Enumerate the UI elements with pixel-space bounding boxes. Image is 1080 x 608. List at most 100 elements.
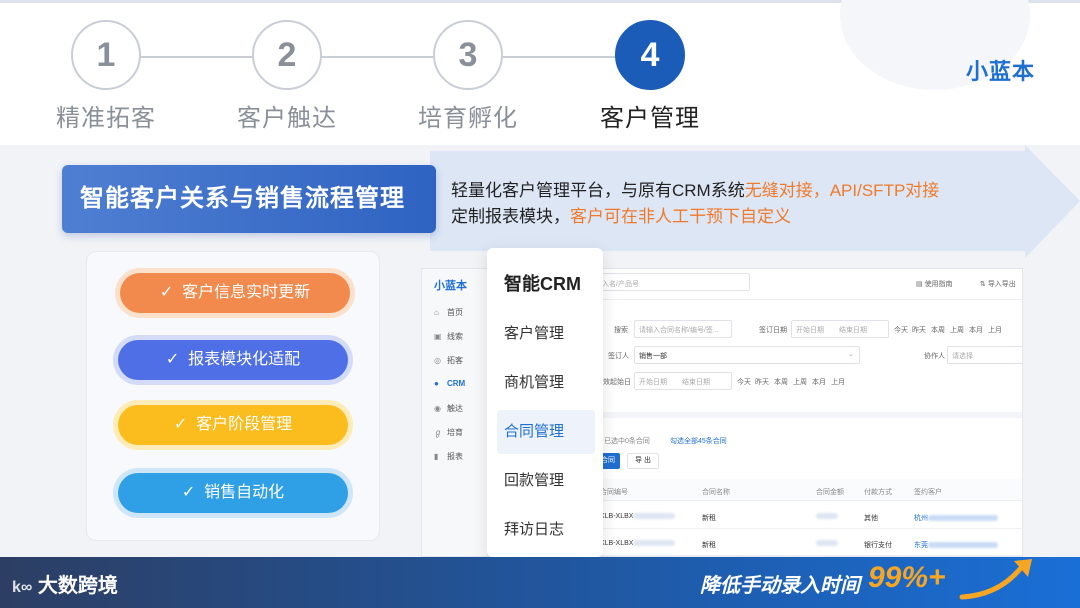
nav-item-reach[interactable]: ◉ 触达 <box>434 403 463 414</box>
quick-date-yesterday[interactable]: 昨天 <box>755 377 769 387</box>
step-label: 精准拓客 <box>56 105 156 132</box>
feature-pill: ✓ 客户信息实时更新 <box>120 273 350 313</box>
home-icon: ⌂ <box>434 308 439 317</box>
cell-customer[interactable]: 杭州 <box>914 513 998 523</box>
signer-label: 签订人 <box>608 353 629 360</box>
step-1: 1 精准拓客 <box>26 20 186 133</box>
quick-date-today[interactable]: 今天 <box>894 325 908 335</box>
quick-date-today[interactable]: 今天 <box>737 377 751 387</box>
step-number: 1 <box>71 20 141 90</box>
filter-search-label: 搜索 <box>614 327 628 334</box>
feature-pill: ✓ 销售自动化 <box>118 473 348 513</box>
feature-label: 销售自动化 <box>204 484 285 501</box>
feature-label: 报表模块化适配 <box>188 351 301 368</box>
quick-date-last-week[interactable]: 上周 <box>950 325 964 335</box>
cell-contract-no: XLB-XLBX <box>600 513 676 520</box>
quick-date-this-week[interactable]: 本周 <box>774 377 788 387</box>
quick-date-last-week[interactable]: 上周 <box>793 377 807 387</box>
quick-date-this-month[interactable]: 本月 <box>969 325 983 335</box>
crm-search-placeholder: 入名/产品号 <box>602 281 639 288</box>
nav-item-home[interactable]: ⌂ 首页 <box>434 307 463 318</box>
cell-contract-name: 新租 <box>702 515 716 522</box>
cell-contract-name: 新租 <box>702 542 716 549</box>
cell-payment: 其他 <box>864 515 878 522</box>
desc-line2: 定制报表模块， <box>451 207 570 226</box>
guide-link[interactable]: ▤ 使用指南 <box>916 279 953 289</box>
col-contract-no: 合同编号 <box>600 489 628 496</box>
trend-arrow-icon <box>959 559 1032 600</box>
feature-pill: ✓ 客户阶段管理 <box>118 405 348 445</box>
helper-placeholder: 请选择 <box>952 353 973 360</box>
menu-item-visit-log[interactable]: 拜访日志 <box>497 508 595 552</box>
col-payment: 付款方式 <box>864 489 892 496</box>
menu-item-customer[interactable]: 客户管理 <box>497 312 595 356</box>
chart-icon: ▮ <box>434 452 439 461</box>
import-export-link[interactable]: ⇅ 导入导出 <box>980 279 1016 289</box>
step-number: 2 <box>252 20 322 90</box>
sign-date-label: 签订日期 <box>759 327 787 334</box>
footer-percent: 99%+ <box>868 561 946 594</box>
step-number: 3 <box>433 20 503 90</box>
prospect-icon: ◎ <box>434 356 441 365</box>
section-title: 智能客户关系与销售流程管理 <box>62 165 436 233</box>
date-start: 开始日期 <box>796 327 824 334</box>
nav-item-nurture[interactable]: ℊ 培育 <box>434 427 463 438</box>
col-contract-name: 合同名称 <box>702 489 730 496</box>
step-label: 客户触达 <box>237 105 337 132</box>
signer-select[interactable] <box>634 346 860 364</box>
crm-logo: 小蓝本 <box>434 280 467 292</box>
footer-logo: k∞ 大数跨境 <box>12 575 118 597</box>
step-4-active: 4 客户管理 <box>570 20 730 133</box>
nav-item-report[interactable]: ▮ 报表 <box>434 451 463 462</box>
feature-label: 客户阶段管理 <box>196 416 293 433</box>
step-label: 培育孵化 <box>418 105 518 132</box>
col-contract-amount: 合同金额 <box>816 489 844 496</box>
blurred-value <box>633 540 676 547</box>
cell-amount <box>816 513 838 520</box>
menu-item-contract[interactable]: 合同管理 <box>497 410 595 454</box>
nav-item-crm[interactable]: ● CRM <box>434 379 465 388</box>
reach-icon: ◉ <box>434 404 441 413</box>
steps-connector <box>106 56 650 58</box>
section-description: 轻量化客户管理平台，与原有CRM系统无缝对接，API/SFTP对接 定制报表模块… <box>451 178 939 230</box>
quick-date-this-month[interactable]: 本月 <box>812 377 826 387</box>
date-start: 开始日期 <box>639 379 667 386</box>
step-label: 客户管理 <box>600 105 700 132</box>
menu-item-payment[interactable]: 回款管理 <box>497 459 595 503</box>
menu-title: 智能CRM <box>504 274 581 294</box>
nurture-icon: ℊ <box>434 428 442 437</box>
cell-contract-no: XLB-XLBX <box>600 540 676 547</box>
feature-pill: ✓ 报表模块化适配 <box>118 340 348 380</box>
desc-line1-highlight: 无缝对接，API/SFTP对接 <box>744 181 940 200</box>
blurred-value <box>633 513 676 520</box>
export-button[interactable]: 导 出 <box>627 453 659 469</box>
select-all-link[interactable]: 勾选全部45条合同 <box>670 436 727 446</box>
step-2: 2 客户触达 <box>207 20 367 133</box>
quick-date-last-month[interactable]: 上月 <box>831 377 845 387</box>
cell-customer[interactable]: 东莞 <box>914 540 998 550</box>
menu-item-opportunity[interactable]: 商机管理 <box>497 361 595 405</box>
crm-sidebar: 小蓝本 ⌂ 首页 ▣ 线索 ◎ 拓客 ● CRM ◉ 触达 ℊ 培育 ▮ 报表 <box>422 269 488 556</box>
desc-line2-highlight: 客户可在非人工干预下自定义 <box>570 207 791 226</box>
signer-value: 销售一部 <box>639 353 667 360</box>
leads-icon: ▣ <box>434 332 442 341</box>
check-icon: ✓ <box>181 484 196 501</box>
feature-label: 客户信息实时更新 <box>182 284 311 301</box>
cell-amount <box>816 540 838 547</box>
footer-slogan: 降低手动录入时间 <box>700 575 860 597</box>
date-end: 结束日期 <box>682 379 710 386</box>
col-customer: 签约客户 <box>914 489 942 496</box>
crm-menu-popup: 智能CRM 客户管理 商机管理 合同管理 回款管理 拜访日志 <box>487 248 603 557</box>
footer-bar: k∞ 大数跨境 降低手动录入时间 99%+ <box>0 557 1080 608</box>
quick-date-yesterday[interactable]: 昨天 <box>912 325 926 335</box>
helper-label: 协作人 <box>924 353 945 360</box>
check-icon: ✓ <box>159 284 174 301</box>
brand-logo: 小蓝本 <box>966 59 1036 84</box>
nav-item-prospect[interactable]: ◎ 拓客 <box>434 355 463 366</box>
check-icon: ✓ <box>165 351 180 368</box>
logo-mark-icon: k∞ <box>12 579 33 596</box>
filter-search-placeholder: 请输入合同名称/编号/签... <box>639 327 719 334</box>
quick-date-this-week[interactable]: 本周 <box>931 325 945 335</box>
nav-item-leads[interactable]: ▣ 线索 <box>434 331 463 342</box>
quick-date-last-month[interactable]: 上月 <box>988 325 1002 335</box>
